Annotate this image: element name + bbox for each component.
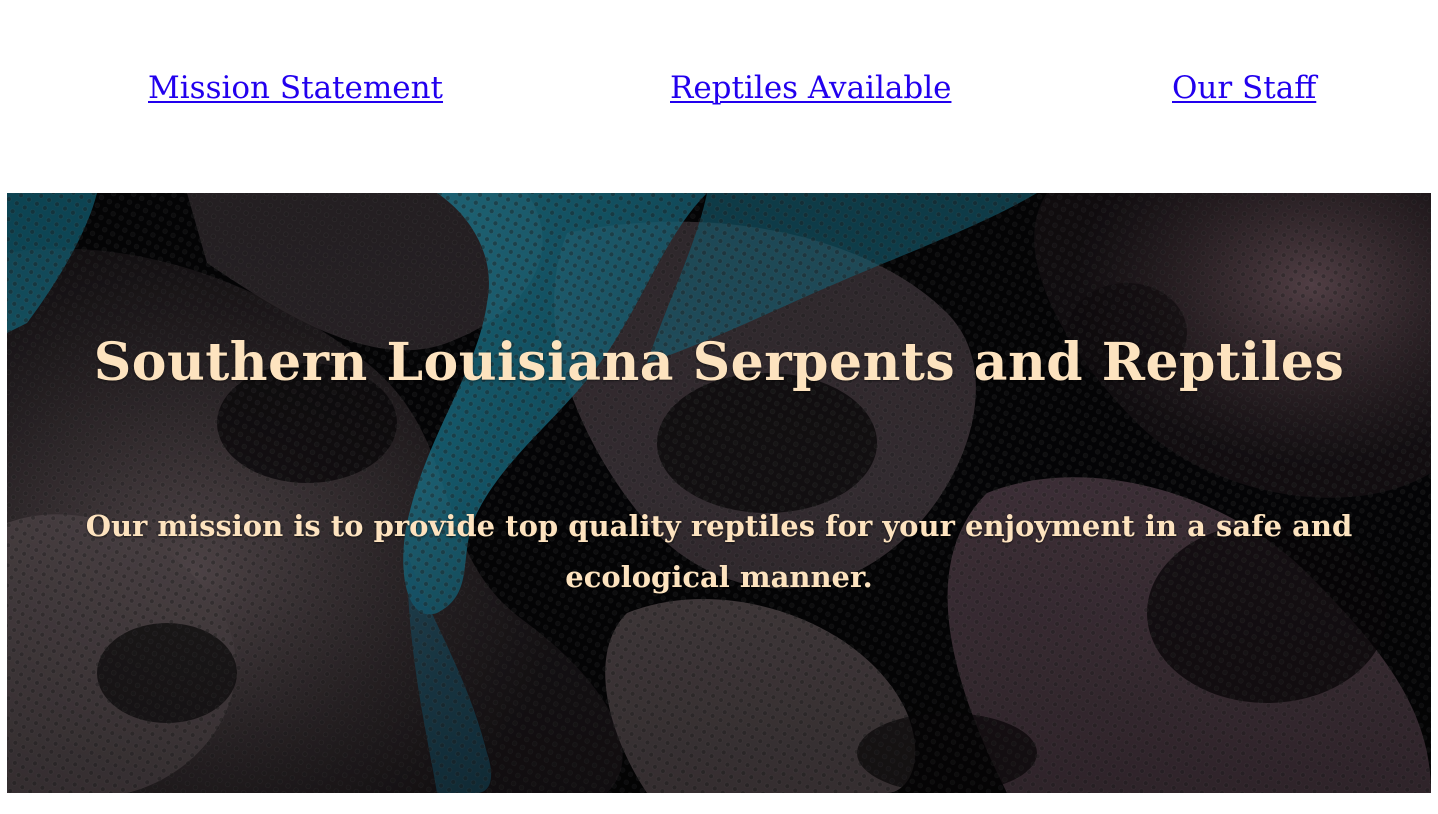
nav-link-mission-statement[interactable]: Mission Statement bbox=[148, 62, 468, 114]
mission-text: Our mission is to provide top quality re… bbox=[85, 509, 1353, 594]
nav-link-reptiles-available[interactable]: Reptiles Available bbox=[670, 62, 970, 114]
top-navigation: Mission Statement Reptiles Available Our… bbox=[0, 0, 1438, 180]
hero-title: Southern Louisiana Serpents and Reptiles bbox=[93, 332, 1345, 393]
nav-link-our-staff[interactable]: Our Staff bbox=[1172, 62, 1330, 114]
snake-scales-background-image bbox=[7, 193, 1431, 793]
hero-banner: Southern Louisiana Serpents and Reptiles… bbox=[7, 193, 1431, 793]
